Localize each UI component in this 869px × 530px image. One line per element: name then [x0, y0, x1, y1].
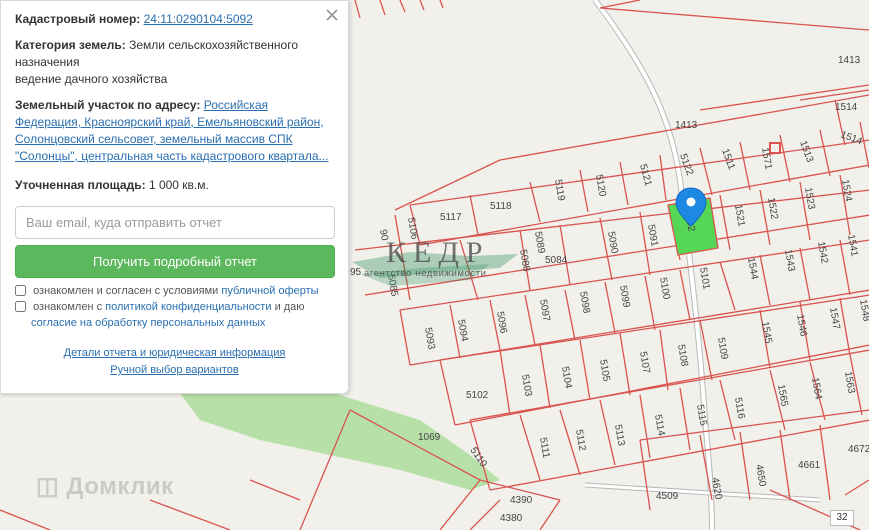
get-report-button[interactable]: Получить подробный отчет: [15, 245, 335, 278]
plot-label: 1413: [675, 120, 698, 131]
domclick-logo-icon: ◫: [36, 473, 60, 500]
plot-label: 1413: [838, 55, 861, 66]
domclick-watermark: ◫ Домклик: [36, 472, 174, 501]
offer-consent-text: ознакомлен и согласен с условиями: [33, 285, 219, 297]
plot-label: 5084: [545, 255, 568, 266]
personal-data-consent-link[interactable]: согласие на обработку персональных данны…: [31, 317, 265, 329]
domclick-watermark-text: Домклик: [66, 473, 174, 500]
public-offer-link[interactable]: публичной оферты: [221, 285, 318, 297]
plot-label: 4661: [798, 460, 821, 471]
privacy-consent-text-2: и даю: [274, 301, 305, 313]
footer-links: Детали отчета и юридическая информация Р…: [15, 345, 334, 379]
address-link-line4[interactable]: "Солонцы", центральная часть кадастровог…: [15, 149, 329, 163]
cadastral-number-link[interactable]: 24:11:0290104:5092: [144, 12, 253, 26]
land-category-label: Категория земель:: [15, 38, 126, 52]
plot-label: 5102: [466, 390, 489, 401]
address-link-line3[interactable]: Солонцовский сельсовет, земельный массив…: [15, 132, 293, 146]
address-link[interactable]: Российская: [204, 98, 268, 112]
plot-label: 1069: [418, 432, 441, 443]
offer-consent-checkbox[interactable]: [15, 285, 26, 296]
plot-label: 4380: [500, 513, 523, 524]
email-input[interactable]: [15, 206, 335, 239]
offer-consent[interactable]: ознакомлен и согласен с условиями публич…: [15, 283, 334, 299]
privacy-policy-link[interactable]: политикой конфиденциальности: [105, 301, 271, 313]
plot-label: 5117: [440, 212, 462, 223]
consent-block: ознакомлен и согласен с условиями публич…: [15, 283, 334, 331]
land-category-value-2: назначения: [15, 55, 80, 69]
area-value: 1 000 кв.м.: [148, 178, 209, 192]
plot-label: 5118: [490, 201, 512, 212]
plot-label: 4509: [656, 491, 679, 502]
plot-info-panel: Кадастровый номер: 24:11:0290104:5092 Ка…: [0, 0, 349, 394]
land-category-row: Категория земель: Земли сельскохозяйстве…: [15, 37, 334, 88]
address-label: Земельный участок по адресу:: [15, 98, 201, 112]
address-row: Земельный участок по адресу: Российская …: [15, 97, 334, 165]
privacy-consent-checkbox[interactable]: [15, 301, 26, 312]
privacy-consent-text: ознакомлен с: [33, 301, 103, 313]
plot-label: 4672: [848, 444, 869, 455]
cadastral-number-label: Кадастровый номер:: [15, 12, 141, 26]
cadastral-number-row: Кадастровый номер: 24:11:0290104:5092: [15, 11, 334, 28]
land-use-value: ведение дачного хозяйства: [15, 72, 168, 86]
plot-label: 4390: [510, 495, 533, 506]
area-row: Уточненная площадь: 1 000 кв.м.: [15, 177, 334, 194]
privacy-consent[interactable]: ознакомлен с политикой конфиденциальност…: [15, 299, 334, 315]
agency-logo: КЕДР агентство недвижимости: [350, 234, 520, 290]
report-details-link[interactable]: Детали отчета и юридическая информация: [64, 347, 286, 359]
address-link-line2[interactable]: Федерация, Красноярский край, Емельяновс…: [15, 115, 324, 129]
agency-logo-subtitle: агентство недвижимости: [364, 268, 487, 279]
zoom-level-badge: 32: [830, 510, 854, 526]
close-icon[interactable]: [324, 7, 340, 23]
agency-logo-title: КЕДР: [386, 236, 490, 269]
manual-selection-link[interactable]: Ручной выбор вариантов: [110, 364, 238, 376]
land-category-value: Земли сельскохозяйственного: [129, 38, 299, 52]
plot-label: 1514: [835, 102, 858, 113]
area-label: Уточненная площадь:: [15, 178, 146, 192]
